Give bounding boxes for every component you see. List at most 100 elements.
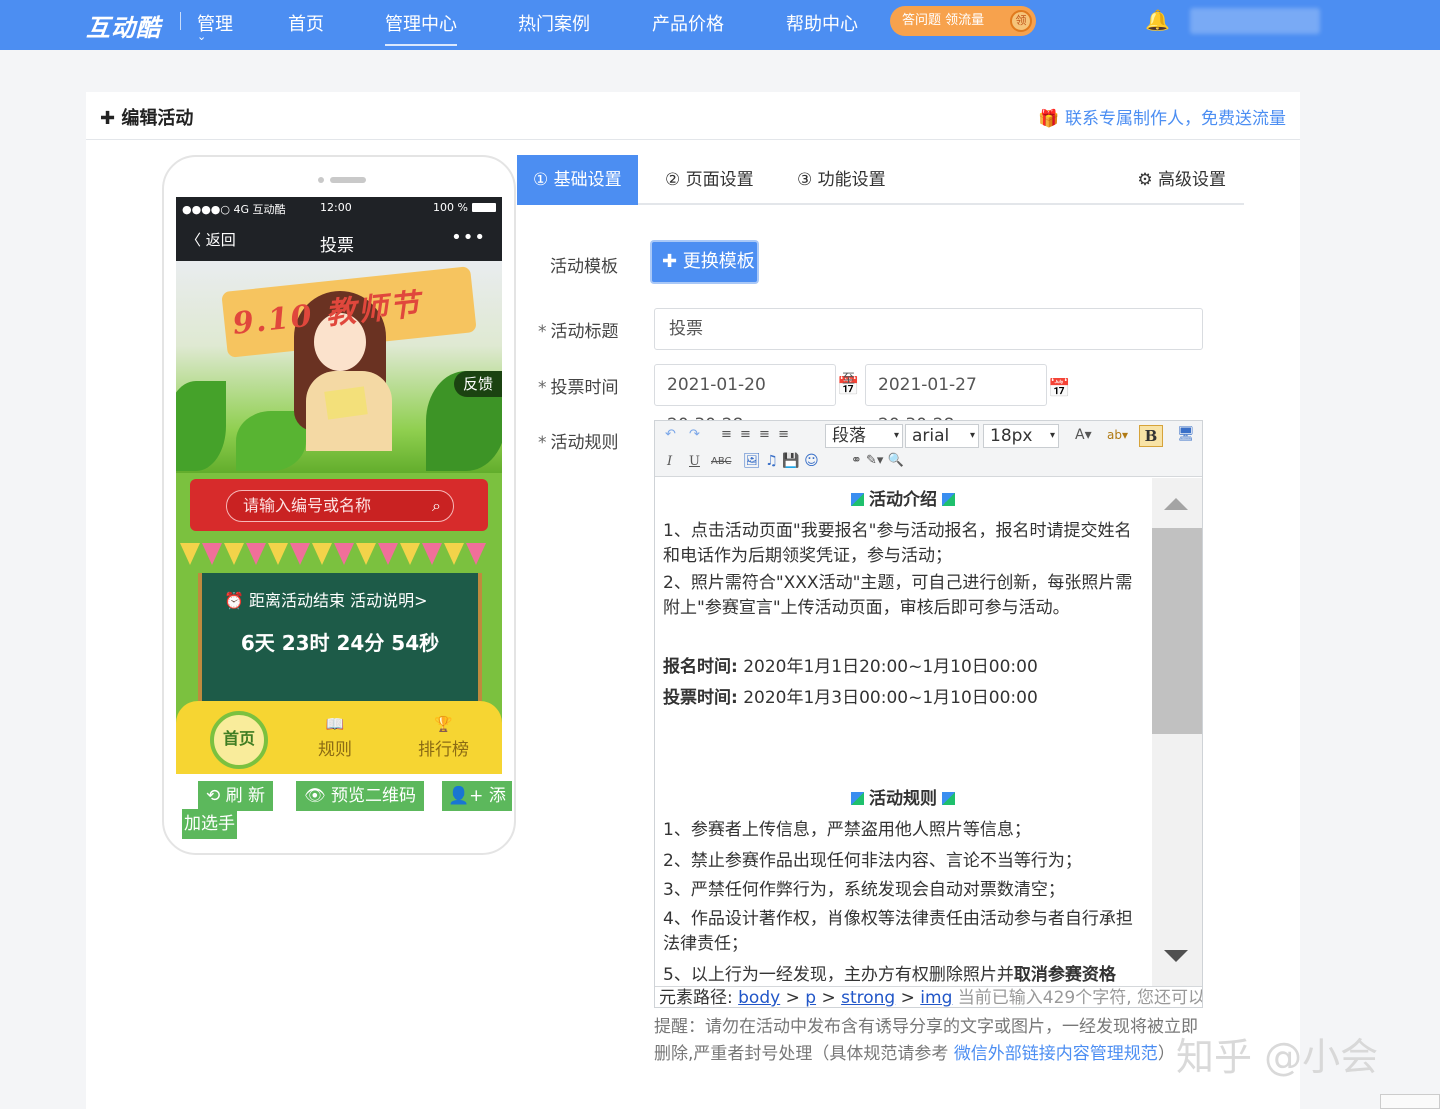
italic-button[interactable]: I: [667, 454, 672, 469]
phone-page-title: 投票: [320, 236, 354, 256]
font-color-icon[interactable]: A▾: [1075, 427, 1092, 443]
nav-item-help-center[interactable]: 帮助中心: [786, 10, 858, 36]
refresh-button[interactable]: ⟲ 刷 新: [198, 781, 274, 811]
editor-scrollbar[interactable]: [1152, 478, 1202, 986]
paragraph: 2、照片需符合"XXX活动"主题，可自己进行创新，每张照片需附上"参赛宣言"上传…: [663, 573, 1133, 618]
bell-icon[interactable]: 🔔: [1145, 8, 1170, 32]
path-p-link[interactable]: p: [805, 988, 816, 1008]
status-time: 12:00: [320, 201, 352, 214]
vote-end-time-input[interactable]: 2021-01-27 20:30:28: [865, 364, 1047, 435]
heading-text: 活动规则: [869, 789, 937, 809]
logo[interactable]: 互动酷: [86, 8, 161, 43]
rule-item: 4、作品设计著作权，肖像权等法律责任由活动参与者自行承担法律责任；: [663, 909, 1133, 954]
promo-label: 答问题 领流量: [902, 13, 985, 28]
contact-producer-link[interactable]: 🎁 联系专属制作人，免费送流量: [1038, 104, 1286, 129]
nav-manage-dropdown[interactable]: 管理 ⌄: [197, 10, 233, 43]
scrollbar-thumb[interactable]: [1152, 528, 1202, 734]
rules-label: * 活动规则: [538, 428, 619, 453]
undo-icon[interactable]: ↶: [665, 427, 676, 442]
search-placeholder: 请输入编号或名称: [243, 496, 372, 515]
heading-marker-icon: [851, 792, 864, 805]
rule-text: 5、以上行为一经发现，主办方有权删除照片并: [663, 965, 1014, 985]
user-account-blurred[interactable]: [1190, 8, 1320, 34]
vote-start-time-input[interactable]: 2021-01-20 20:30:28: [654, 364, 836, 435]
more-icon[interactable]: •••: [451, 227, 486, 248]
countdown-label[interactable]: ⏰ 距离活动结束 活动说明>: [224, 587, 428, 611]
signup-time-value: 2020年1月1日20:00~1月10日00:00: [737, 657, 1038, 677]
paragraph: 1、点击活动页面"我要报名"参与活动报名，报名时请提交姓名和电话作为后期领奖凭证…: [663, 521, 1132, 566]
phone-speaker: [330, 177, 366, 183]
template-label: 活动模板: [550, 257, 618, 277]
paragraph-select[interactable]: 段落 ▾: [825, 424, 903, 448]
scroll-down-arrow-icon[interactable]: [1164, 950, 1188, 962]
nav-item-pricing[interactable]: 产品价格: [652, 10, 724, 36]
title-label: * 活动标题: [538, 317, 619, 342]
highlight-color-icon[interactable]: ab▾: [1107, 428, 1128, 442]
nav-item-management-center[interactable]: 管理中心: [385, 10, 457, 46]
nav-item-hot-cases[interactable]: 热门案例: [518, 10, 590, 36]
font-size-select[interactable]: 18px ▾: [983, 424, 1059, 448]
flag: [334, 543, 354, 565]
media-icons[interactable]: 🖼 ♫ 💾 ☺: [743, 453, 819, 469]
top-nav: 互动酷 管理 ⌄ 首页 管理中心 热门案例 产品价格 帮助中心 答问题 领流量 …: [0, 0, 1440, 50]
path-strong-link[interactable]: strong: [841, 988, 895, 1008]
activity-title-input[interactable]: 投票: [654, 308, 1203, 350]
corner-widget[interactable]: [1380, 1094, 1440, 1109]
strikethrough-button[interactable]: ABC: [711, 456, 732, 467]
tab-rules[interactable]: 📖 规则: [318, 715, 352, 760]
align-icons[interactable]: ≡ ≡ ≡ ≡: [721, 427, 791, 442]
feedback-button[interactable]: 反馈: [454, 371, 502, 397]
calendar-icon[interactable]: 📅: [1048, 378, 1070, 399]
trophy-icon: 🏆: [434, 715, 453, 733]
tab-advanced-settings[interactable]: ⚙ 高级设置: [1137, 155, 1226, 205]
section-heading-rules: 活动规则: [663, 787, 1143, 812]
source-code-icon[interactable]: 🖥: [1177, 426, 1195, 442]
phone-search-input[interactable]: 请输入编号或名称 ⌕: [226, 490, 454, 522]
rich-text-editor: ↶ ↷ ≡ ≡ ≡ ≡ 段落 ▾ arial ▾ 18px ▾ A▾ ab▾ B 🖥 …: [654, 420, 1203, 1008]
path-body-link[interactable]: body: [738, 988, 780, 1008]
vote-time-value: 2020年1月3日00:00~1月10日00:00: [737, 688, 1038, 708]
flag: [356, 543, 376, 565]
font-family-value: arial: [912, 426, 950, 446]
back-button[interactable]: 〈 返回: [186, 229, 236, 250]
phone-title-bar: 〈 返回 投票 •••: [176, 219, 502, 261]
divider: [180, 12, 181, 30]
scroll-up-arrow-icon[interactable]: [1164, 498, 1188, 510]
tab-page-settings[interactable]: ② 页面设置: [665, 155, 754, 205]
signup-time-label: 报名时间:: [663, 657, 738, 677]
font-family-select[interactable]: arial ▾: [905, 424, 979, 448]
title-label-text: 活动标题: [550, 322, 619, 342]
editor-content[interactable]: 活动介绍 1、点击活动页面"我要报名"参与活动报名，报名时请提交姓名和电话作为后…: [655, 478, 1151, 986]
underline-button[interactable]: U: [689, 454, 700, 469]
redo-icon[interactable]: ↷: [689, 427, 700, 442]
tab-function-settings[interactable]: ③ 功能设置: [797, 155, 886, 205]
vote-time-line: 投票时间: 2020年1月3日00:00~1月10日00:00: [663, 686, 1143, 711]
link-tool-icons[interactable]: ⚭ ✎▾ 🔍: [851, 453, 904, 468]
add-contestant-button[interactable]: 👤+ 添: [442, 781, 512, 811]
preview-qrcode-button[interactable]: 👁 预览二维码: [296, 781, 424, 811]
add-contestant-button-wrap[interactable]: 加选手: [182, 809, 237, 839]
change-template-button[interactable]: ✚ 更换模板: [652, 242, 757, 282]
teachers-day-banner: 9.10 教师节 反馈: [176, 261, 502, 473]
flag: [312, 543, 332, 565]
tab-basic-settings[interactable]: ① 基础设置: [517, 155, 638, 205]
bold-button[interactable]: B: [1139, 425, 1163, 447]
flag: [224, 543, 244, 565]
flag: [246, 543, 266, 565]
wechat-rules-link[interactable]: 微信外部链接内容管理规范: [954, 1044, 1158, 1064]
heading-marker-icon: [942, 493, 955, 506]
path-img-link[interactable]: img: [920, 988, 952, 1008]
promo-button[interactable]: 答问题 领流量 领: [890, 6, 1036, 36]
tab-home[interactable]: 首页: [210, 711, 268, 769]
rule-item: 1、参赛者上传信息，严禁盗用他人照片等信息；: [663, 820, 1031, 840]
chevron-down-icon: ▾: [893, 430, 899, 441]
flag: [202, 543, 222, 565]
nav-item-home[interactable]: 首页: [288, 10, 324, 36]
flag: [268, 543, 288, 565]
flag: [400, 543, 420, 565]
edit-activity-card: ✚ 编辑活动 🎁 联系专属制作人，免费送流量 ●●●●○ 4G 互动酷 12:0…: [86, 92, 1300, 1109]
search-band: 请输入编号或名称 ⌕: [176, 473, 502, 543]
chevron-down-icon: ▾: [1049, 430, 1055, 441]
tab-ranking[interactable]: 🏆 排行榜: [418, 715, 469, 760]
countdown-board: ⏰ 距离活动结束 活动说明> 6天 23时 24分 54秒: [198, 573, 482, 715]
